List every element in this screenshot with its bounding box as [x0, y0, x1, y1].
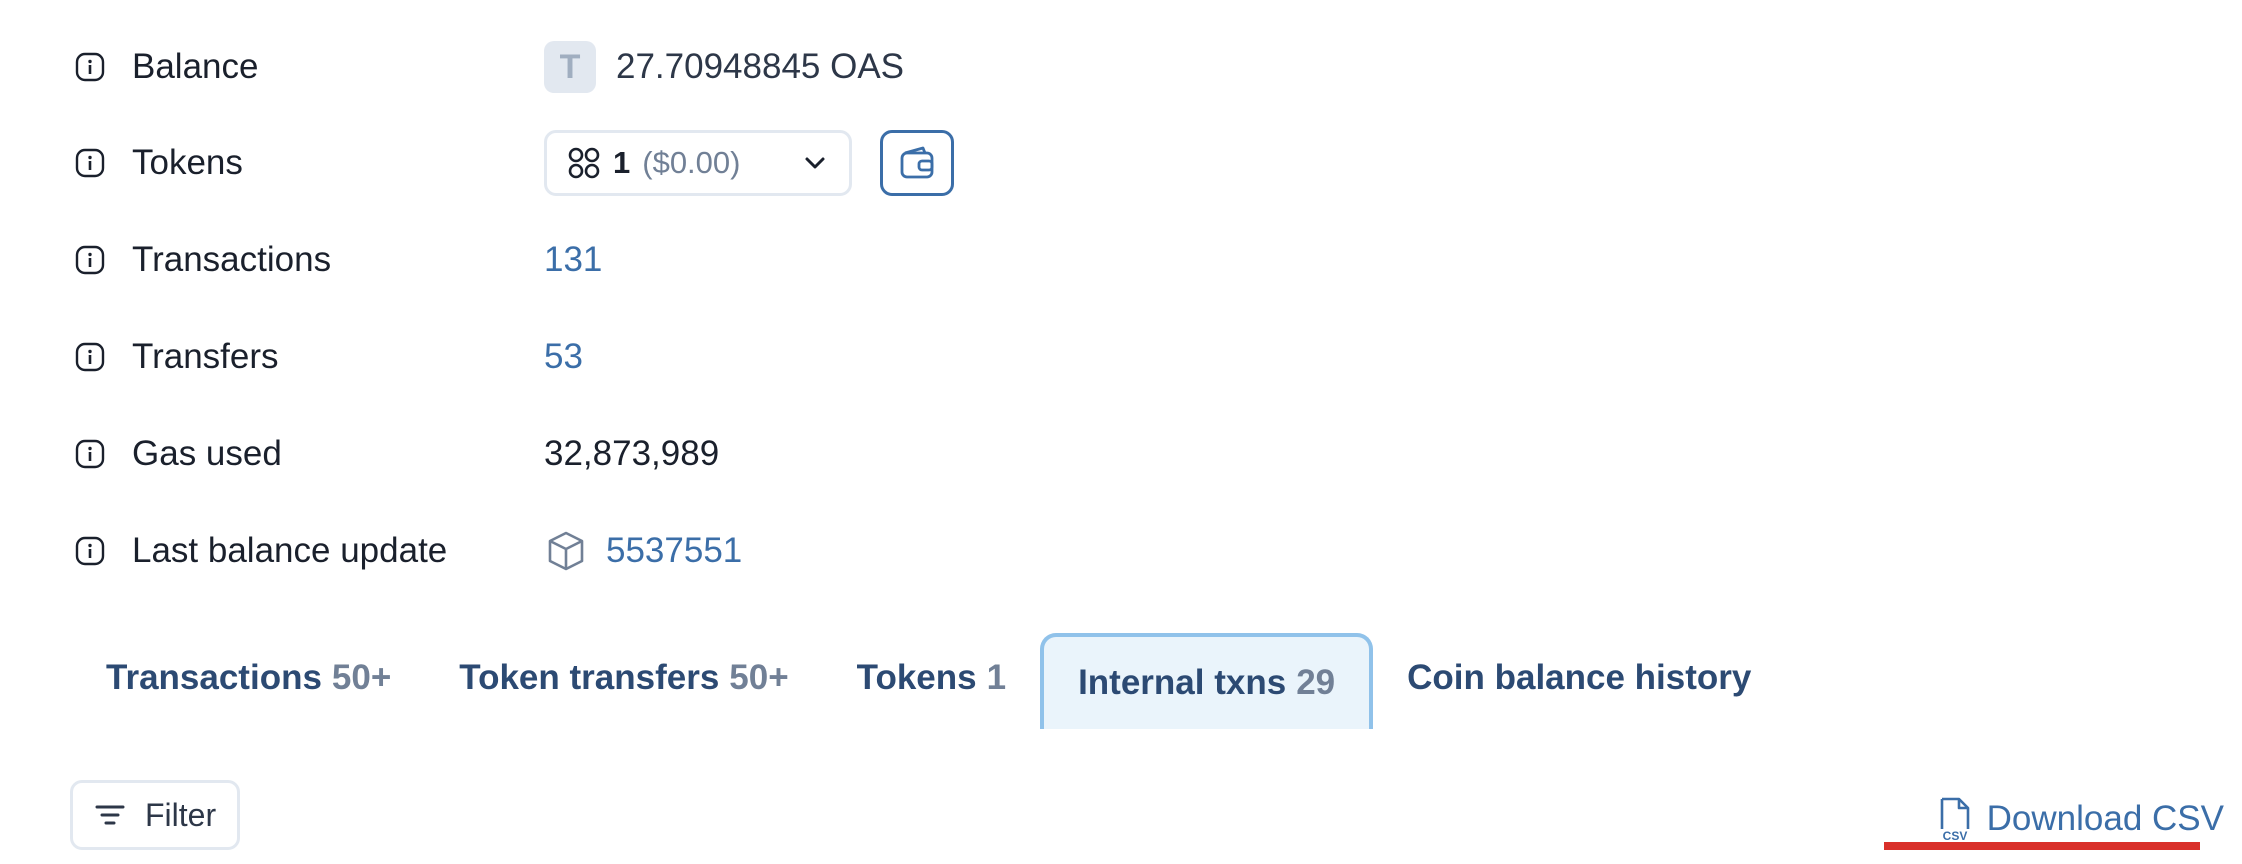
tab-internal-txns[interactable]: Internal txns 29 [1040, 633, 1374, 729]
transfers-row: Transfers 53 [74, 327, 583, 387]
tab-label: Coin balance history [1407, 658, 1752, 697]
balance-row: Balance T 27.70948845 OAS [74, 37, 904, 97]
filter-button[interactable]: Filter [70, 780, 240, 850]
balance-label: Balance [132, 47, 259, 86]
address-tabs: Transactions 50+ Token transfers 50+ Tok… [72, 630, 1785, 729]
tokens-label: Tokens [132, 143, 243, 182]
download-csv-label: Download CSV [1986, 799, 2224, 838]
gas-used-value: 32,873,989 [544, 434, 720, 473]
tab-label: Tokens [856, 658, 977, 697]
gas-used-row: Gas used 32,873,989 [74, 424, 719, 484]
transactions-label: Transactions [132, 240, 332, 279]
tab-count: 29 [1296, 663, 1336, 702]
cube-icon [544, 529, 588, 573]
csv-file-icon: CSV [1937, 796, 1973, 842]
last-balance-update-label: Last balance update [132, 531, 448, 570]
highlight-underline [1884, 842, 2200, 850]
filter-icon [93, 798, 127, 832]
tab-tokens[interactable]: Tokens 1 [823, 633, 1040, 723]
tab-count: 50+ [331, 658, 392, 697]
tab-token-transfers[interactable]: Token transfers 50+ [425, 633, 822, 723]
balance-amount: 27.70948845 OAS [616, 47, 905, 86]
tokens-usd-value: ($0.00) [642, 145, 741, 180]
transfers-count-link[interactable]: 53 [544, 337, 583, 377]
last-balance-update-value: 5537551 [544, 529, 742, 573]
tab-count: 50+ [729, 658, 789, 697]
tokens-count: 1 [613, 145, 631, 180]
info-icon[interactable] [74, 147, 106, 179]
info-icon[interactable] [74, 244, 106, 276]
address-details-page: Balance T 27.70948845 OAS Tokens 1 ($0.0… [0, 0, 2242, 864]
info-icon[interactable] [74, 51, 106, 83]
tokens-dropdown[interactable]: 1 ($0.00) [544, 130, 852, 196]
transactions-count-link[interactable]: 131 [544, 240, 602, 280]
transfers-label: Transfers [132, 337, 279, 376]
tab-count: 1 [986, 658, 1007, 697]
tab-coin-balance-history[interactable]: Coin balance history [1373, 633, 1785, 723]
token-badge-icon: T [544, 41, 596, 93]
info-icon[interactable] [74, 341, 106, 373]
transactions-row: Transactions 131 [74, 230, 602, 290]
info-icon[interactable] [74, 438, 106, 470]
tokens-row: Tokens 1 ($0.00) [74, 130, 954, 196]
wallet-icon [897, 143, 937, 183]
chevron-down-icon [801, 149, 829, 177]
download-csv-button[interactable]: CSV Download CSV [1937, 788, 2224, 850]
info-icon[interactable] [74, 535, 106, 567]
block-number-link[interactable]: 5537551 [606, 531, 742, 571]
csv-icon-text: CSV [1942, 829, 1967, 842]
filter-label: Filter [145, 796, 217, 833]
grid-icon [567, 146, 601, 180]
tab-label: Token transfers [459, 658, 720, 697]
tab-label: Internal txns [1078, 663, 1287, 702]
balance-value: T 27.70948845 OAS [544, 41, 904, 93]
tokens-value: 1 ($0.00) [544, 130, 954, 196]
gas-used-label: Gas used [132, 434, 282, 473]
tab-transactions[interactable]: Transactions 50+ [72, 633, 425, 723]
wallet-button[interactable] [880, 130, 954, 196]
last-balance-update-row: Last balance update 5537551 [74, 521, 742, 581]
tab-label: Transactions [106, 658, 322, 697]
